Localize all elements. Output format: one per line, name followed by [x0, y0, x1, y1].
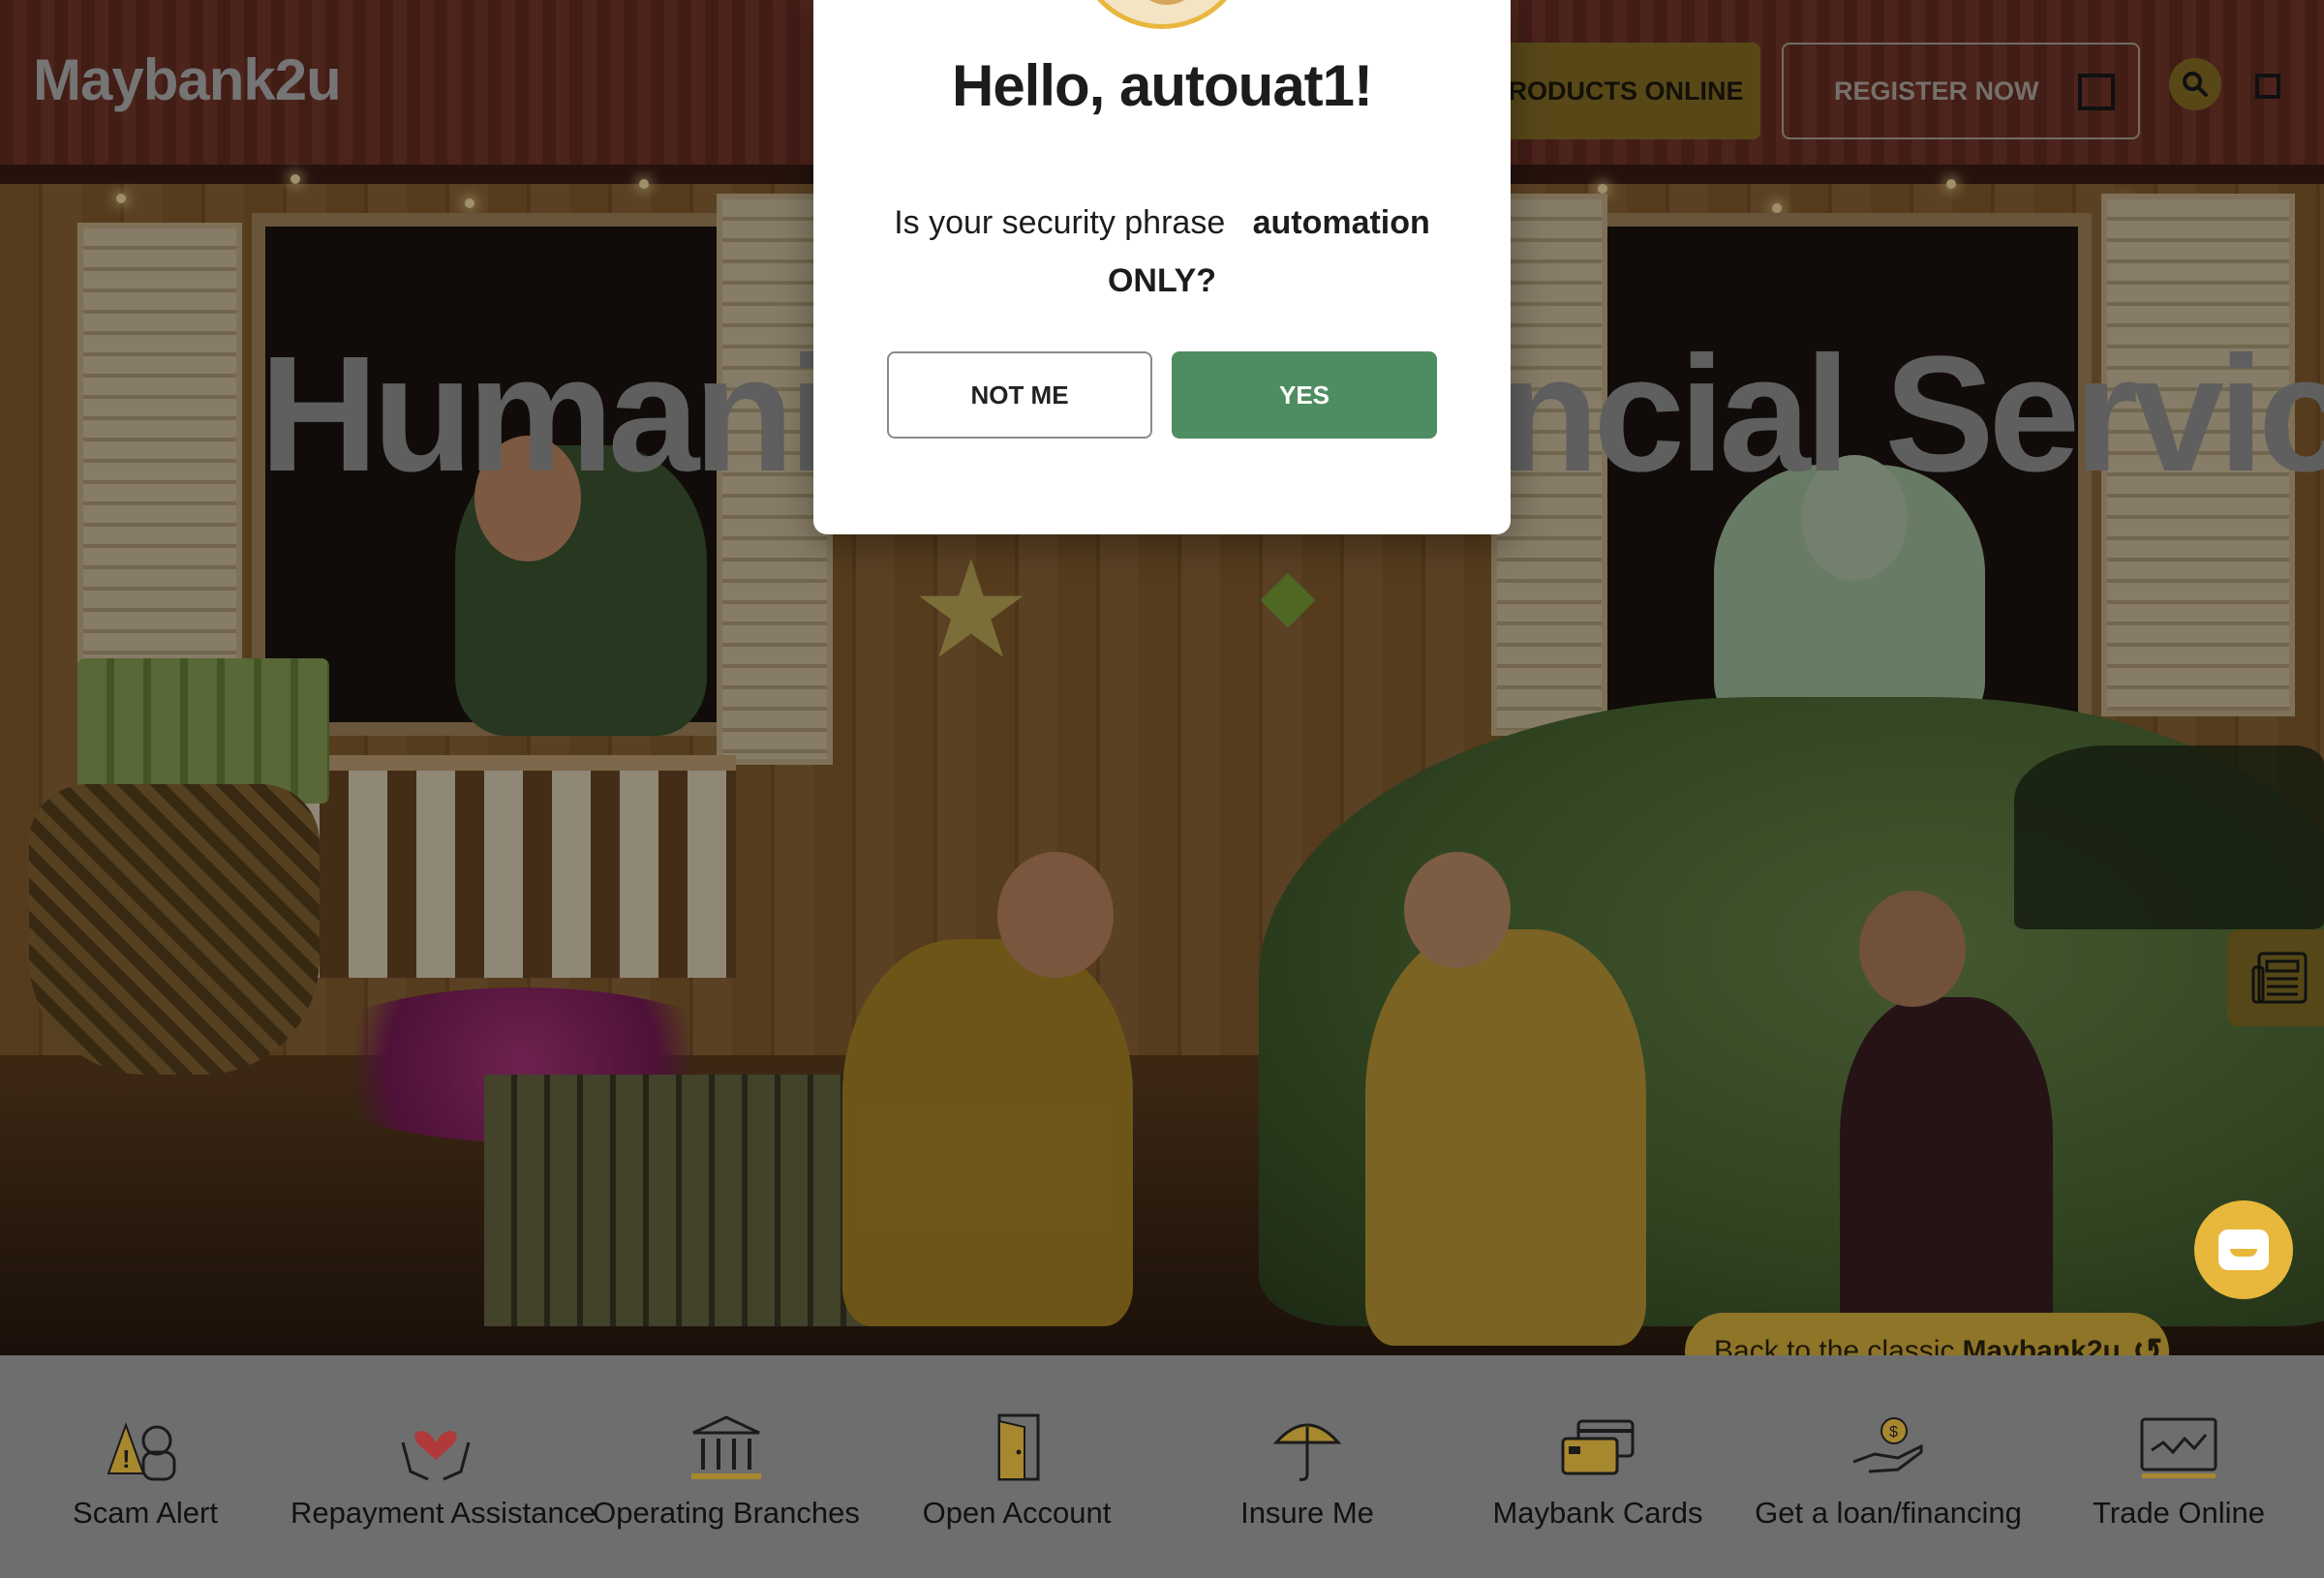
menu-square-icon[interactable] — [2255, 74, 2280, 99]
scam-alert-icon: ! — [107, 1422, 176, 1481]
security-phrase-modal: Hello, autouat1! Is your security phrase… — [813, 0, 1511, 534]
quick-link-get-a-loan[interactable]: $ Get a loan/financing — [1743, 1355, 2034, 1578]
quick-link-trade-online[interactable]: Trade Online — [2034, 1355, 2324, 1578]
kid-figure — [842, 939, 1133, 1326]
quick-link-operating-branches[interactable]: Operating Branches — [581, 1355, 872, 1578]
trade-chart-icon — [2140, 1417, 2217, 1478]
bamboo-lemang — [77, 658, 329, 804]
kid-figure — [1840, 997, 2053, 1346]
quick-link-label: Open Account — [922, 1496, 1112, 1530]
tiger-avatar — [1075, 0, 1249, 29]
quick-link-repayment-assistance[interactable]: Repayment Assistance — [290, 1355, 596, 1578]
repayment-assistance-icon — [401, 1430, 471, 1481]
question-prefix: Is your security phrase — [894, 204, 1226, 241]
quick-link-label: Insure Me — [1240, 1496, 1374, 1530]
star-decoration: ★ — [910, 533, 1032, 685]
bank-building-icon — [691, 1415, 761, 1479]
search-button[interactable] — [2169, 58, 2221, 110]
search-icon — [2183, 72, 2208, 97]
chat-button[interactable] — [2194, 1200, 2293, 1299]
kid-head — [1859, 891, 1966, 1007]
door-icon — [997, 1413, 1040, 1481]
security-phrase: automation — [1252, 204, 1430, 241]
quick-link-open-account[interactable]: Open Account — [872, 1355, 1162, 1578]
svg-text:$: $ — [1889, 1424, 1898, 1441]
newspaper-icon — [2251, 952, 2308, 1004]
svg-text:!: ! — [122, 1444, 131, 1473]
kid-head — [1404, 852, 1511, 968]
chat-icon — [2218, 1229, 2269, 1270]
security-question: Is your security phrase automation ONLY? — [813, 194, 1511, 310]
quick-link-label: Scam Alert — [73, 1496, 218, 1530]
question-suffix: ONLY? — [1107, 262, 1217, 299]
car-window — [2014, 745, 2324, 929]
kid-figure — [1365, 929, 1646, 1346]
quick-links-bar: ! Scam Alert Repayment Assistance Operat… — [0, 1355, 2324, 1578]
kid-head — [997, 852, 1114, 978]
credit-card-icon — [1561, 1419, 1635, 1475]
quick-link-maybank-cards[interactable]: Maybank Cards — [1452, 1355, 1743, 1578]
greeting-title: Hello, autouat1! — [951, 53, 1373, 118]
loan-hand-icon: $ — [1852, 1417, 1923, 1473]
register-box-icon — [2078, 74, 2115, 110]
quick-link-insure-me[interactable]: Insure Me — [1162, 1355, 1452, 1578]
maybank2u-logo[interactable]: Maybank2u — [33, 46, 342, 113]
register-now-button[interactable]: REGISTER NOW — [1782, 43, 2140, 139]
register-now-label: REGISTER NOW — [1834, 76, 2039, 106]
news-side-tab[interactable] — [2227, 929, 2324, 1026]
balustrade — [281, 755, 736, 978]
quick-link-label: Get a loan/financing — [1755, 1496, 2022, 1530]
basket — [29, 784, 320, 1075]
quick-link-label: Repayment Assistance — [290, 1496, 596, 1530]
not-me-button[interactable]: NOT ME — [887, 351, 1152, 439]
quick-link-label: Operating Branches — [593, 1496, 860, 1530]
quick-link-label: Trade Online — [2092, 1496, 2266, 1530]
tiger-face — [1133, 0, 1201, 5]
umbrella-icon — [1272, 1423, 1342, 1481]
quick-link-scam-alert[interactable]: ! Scam Alert — [0, 1355, 290, 1578]
yes-button[interactable]: YES — [1172, 351, 1437, 439]
quick-link-label: Maybank Cards — [1492, 1496, 1703, 1530]
